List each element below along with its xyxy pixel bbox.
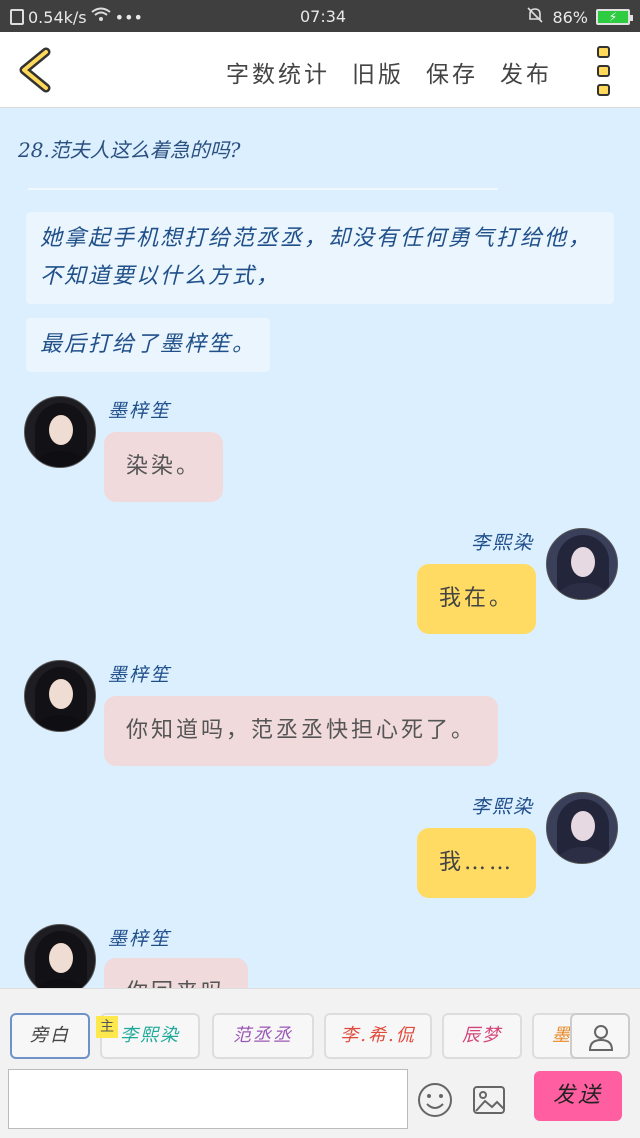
send-button[interactable]: 发送 <box>534 1071 622 1121</box>
user-icon <box>588 1025 614 1051</box>
message-bubble[interactable]: 你回来吗 <box>104 958 249 988</box>
chat-area[interactable]: 28.范夫人这么着急的吗? 她拿起手机想打给范丞丞，却没有任何勇气打给他，不知道… <box>0 108 640 988</box>
wifi-icon <box>91 7 111 27</box>
speaker-name: 李熙染 <box>470 796 534 818</box>
message-bubble[interactable]: 我…… <box>416 828 536 898</box>
message-input[interactable] <box>8 1069 408 1129</box>
message-bubble[interactable]: 染染。 <box>104 432 224 502</box>
dots-icon: ••• <box>114 7 143 27</box>
divider <box>28 188 498 190</box>
bell-off-icon <box>526 6 544 28</box>
status-bar: 0.54k/s ••• 07:34 86% ⚡ <box>0 0 640 32</box>
avatar[interactable] <box>24 660 96 732</box>
more-icon[interactable] <box>594 46 614 96</box>
avatar[interactable] <box>24 396 96 468</box>
battery-percent: 86% <box>552 7 588 27</box>
back-button[interactable] <box>14 46 58 94</box>
message-bubble[interactable]: 我在。 <box>416 564 536 634</box>
composer-panel: 旁白 李熙染 范丞丞 李.希.侃 辰梦 墨 主 发送 <box>0 988 640 1138</box>
avatar[interactable] <box>546 528 618 600</box>
speaker-name: 墨梓笙 <box>108 664 172 686</box>
narration-block[interactable]: 最后打给了墨梓笙。 <box>26 318 271 372</box>
old-version-button[interactable]: 旧版 <box>352 55 404 89</box>
emoji-button[interactable] <box>416 1081 454 1119</box>
role-item[interactable]: 范丞丞 <box>212 1013 314 1059</box>
save-button[interactable]: 保存 <box>426 55 478 89</box>
image-button[interactable] <box>470 1081 508 1119</box>
add-role-button[interactable] <box>570 1013 630 1059</box>
chapter-title: 28.范夫人这么着急的吗? <box>18 138 241 162</box>
role-item[interactable]: 李.希.侃 <box>324 1013 432 1059</box>
speaker-name: 墨梓笙 <box>108 400 172 422</box>
speaker-name: 墨梓笙 <box>108 928 172 950</box>
image-icon <box>473 1086 505 1114</box>
clock: 07:34 <box>300 7 347 26</box>
sim-icon <box>10 9 24 25</box>
avatar[interactable] <box>24 924 96 988</box>
role-item[interactable]: 辰梦 <box>442 1013 522 1059</box>
editor-header: 字数统计 旧版 保存 发布 <box>0 32 640 108</box>
narration-block[interactable]: 她拿起手机想打给范丞丞，却没有任何勇气打给他，不知道要以什么方式， <box>26 212 614 304</box>
emoji-icon <box>418 1083 452 1117</box>
role-narrator[interactable]: 旁白 <box>10 1013 90 1059</box>
publish-button[interactable]: 发布 <box>500 55 552 89</box>
main-role-badge: 主 <box>96 1016 118 1038</box>
back-chevron-icon <box>19 47 51 93</box>
speaker-name: 李熙染 <box>470 532 534 554</box>
avatar[interactable] <box>546 792 618 864</box>
battery-icon: ⚡ <box>596 9 633 25</box>
network-speed: 0.54k/s <box>28 7 87 27</box>
message-bubble[interactable]: 你知道吗，范丞丞快担心死了。 <box>104 696 499 766</box>
word-count-button[interactable]: 字数统计 <box>226 55 330 89</box>
